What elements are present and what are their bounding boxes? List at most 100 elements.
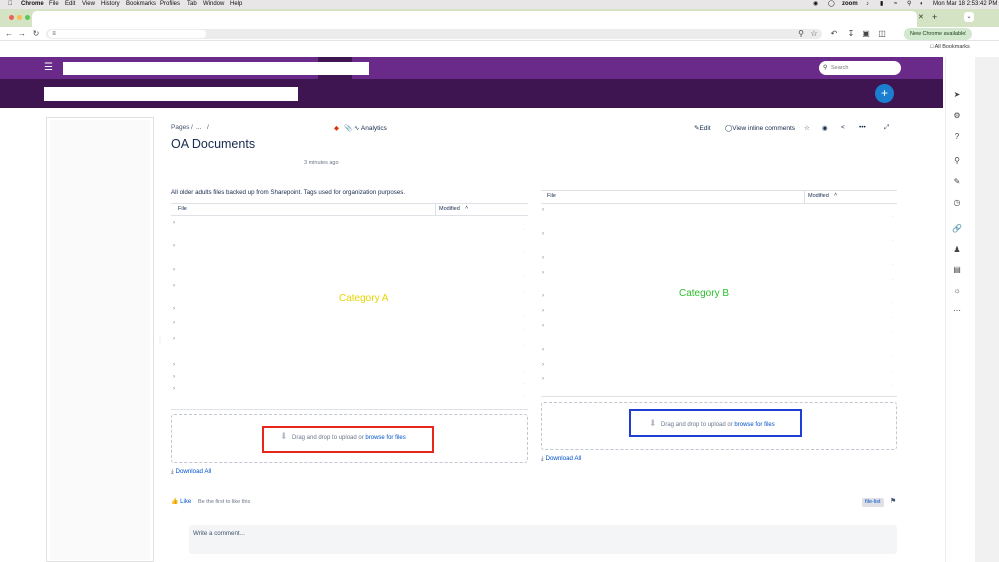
- menu-bookmarks[interactable]: Bookmarks: [126, 0, 156, 9]
- star-icon[interactable]: ☆: [804, 124, 810, 132]
- row-expand-chevron[interactable]: ›: [542, 323, 544, 329]
- new-tab-icon[interactable]: +: [932, 12, 937, 22]
- history-icon[interactable]: ↶: [829, 28, 839, 40]
- search-input[interactable]: ⚲ Search: [819, 61, 901, 75]
- spotlight-icon[interactable]: ⚲: [907, 0, 911, 9]
- tag-icon[interactable]: ⚑: [890, 497, 896, 505]
- create-button[interactable]: +: [875, 84, 894, 103]
- menu-help[interactable]: Help: [230, 0, 242, 9]
- rail-search-icon[interactable]: ⚲: [950, 156, 964, 165]
- siri-icon[interactable]: ◐: [920, 0, 924, 9]
- menu-edit[interactable]: Edit: [65, 0, 75, 9]
- menu-window[interactable]: Window: [203, 0, 224, 9]
- link-icon[interactable]: 🔗: [950, 224, 964, 233]
- forward-icon[interactable]: →: [17, 28, 27, 40]
- menu-profiles[interactable]: Profiles: [160, 0, 180, 9]
- column-file-a[interactable]: File: [178, 206, 187, 212]
- people-icon[interactable]: ♟: [950, 245, 964, 254]
- more-apps-icon[interactable]: ⋯: [950, 306, 964, 315]
- column-modified-b[interactable]: Modified: [808, 193, 829, 199]
- row-expand-chevron[interactable]: ›: [173, 320, 175, 326]
- close-window-button[interactable]: [9, 15, 14, 20]
- all-bookmarks-button[interactable]: □ All Bookmarks: [930, 44, 970, 50]
- view-inline-comments-button[interactable]: ◯View inline comments: [725, 124, 795, 132]
- downloads-icon[interactable]: ↧: [846, 28, 856, 40]
- wifi-icon[interactable]: ≈: [894, 0, 897, 9]
- close-tab-icon[interactable]: ✕: [918, 13, 924, 21]
- reload-icon[interactable]: ↻: [31, 28, 41, 40]
- menu-app-name[interactable]: Chrome: [21, 0, 44, 9]
- bookmarks-bar: [0, 42, 999, 54]
- row-expand-chevron[interactable]: ›: [542, 347, 544, 353]
- more-actions-button[interactable]: •••: [859, 124, 866, 131]
- row-expand-chevron[interactable]: ›: [542, 270, 544, 276]
- analytics-button[interactable]: ∿ Analytics: [354, 124, 387, 132]
- restrictions-icon[interactable]: ◆: [334, 124, 339, 132]
- row-expand-chevron[interactable]: ›: [542, 308, 544, 314]
- comment-input[interactable]: Write a comment...: [189, 525, 897, 554]
- row-trailing-marker: ..: [523, 249, 526, 254]
- menubar-clock[interactable]: Mon Mar 18 2:53:42 PM: [933, 0, 997, 9]
- edit-note-icon[interactable]: ✎: [950, 177, 964, 186]
- column-modified-a[interactable]: Modified: [439, 206, 460, 212]
- breadcrumb-pages[interactable]: Pages: [171, 124, 189, 131]
- row-expand-chevron[interactable]: ›: [542, 207, 544, 213]
- row-expand-chevron[interactable]: ›: [542, 362, 544, 368]
- menu-history[interactable]: History: [101, 0, 120, 9]
- back-icon[interactable]: ←: [4, 28, 14, 40]
- tab-search-icon[interactable]: ⌄: [964, 12, 974, 22]
- settings-icon[interactable]: ⚙: [950, 111, 964, 120]
- rocket-icon[interactable]: ➤: [950, 90, 964, 99]
- download-all-b[interactable]: ⤓ Download All: [541, 455, 581, 463]
- attachment-icon[interactable]: 📎: [344, 124, 352, 132]
- battery-icon[interactable]: ▮: [880, 0, 883, 9]
- accessibility-icon[interactable]: ◯: [828, 0, 835, 9]
- side-panel-icon[interactable]: ◫: [877, 28, 887, 40]
- apple-icon[interactable]: : [8, 0, 13, 9]
- zoom-menubar-label[interactable]: zoom: [842, 0, 858, 9]
- menu-tab[interactable]: Tab: [187, 0, 197, 9]
- copilot-icon[interactable]: ☼: [950, 286, 964, 295]
- sort-indicator-b[interactable]: ˄: [834, 192, 837, 198]
- active-tab[interactable]: [32, 11, 917, 27]
- row-expand-chevron[interactable]: ›: [173, 220, 175, 226]
- row-expand-chevron[interactable]: ›: [173, 362, 175, 368]
- row-expand-chevron[interactable]: ›: [173, 306, 175, 312]
- download-all-a[interactable]: ⤓ Download All: [171, 468, 211, 476]
- calendar-icon[interactable]: ▤: [950, 265, 964, 274]
- row-expand-chevron[interactable]: ›: [173, 267, 175, 273]
- extensions-icon[interactable]: ▣: [861, 28, 871, 40]
- control-center-icon[interactable]: ◉: [813, 0, 818, 9]
- row-expand-chevron[interactable]: ›: [542, 293, 544, 299]
- help-icon[interactable]: ?: [950, 132, 964, 141]
- row-expand-chevron[interactable]: ›: [173, 386, 175, 392]
- menu-file[interactable]: File: [49, 0, 59, 9]
- breadcrumb-ellipsis[interactable]: ...: [196, 124, 201, 131]
- label-tag[interactable]: file-list: [862, 498, 884, 507]
- menu-view[interactable]: View: [82, 0, 95, 9]
- edit-button[interactable]: ✎Edit: [694, 124, 711, 132]
- minimize-window-button[interactable]: [17, 15, 22, 20]
- site-info-icon[interactable]: ≡: [49, 28, 59, 40]
- row-expand-chevron[interactable]: ›: [173, 243, 175, 249]
- expand-icon[interactable]: ⤢: [884, 124, 889, 132]
- like-button[interactable]: 👍 Like: [171, 498, 191, 505]
- row-expand-chevron[interactable]: ›: [542, 231, 544, 237]
- recent-icon[interactable]: ◷: [950, 198, 964, 207]
- sidebar-resize-handle[interactable]: ⋮: [157, 337, 163, 344]
- row-expand-chevron[interactable]: ›: [542, 255, 544, 261]
- zoom-lens-icon[interactable]: ⚲: [796, 28, 806, 40]
- sort-indicator-a[interactable]: ˄: [465, 205, 468, 211]
- maximize-window-button[interactable]: [25, 15, 30, 20]
- new-chrome-available-button[interactable]: New Chrome available ⋮: [904, 28, 972, 40]
- row-expand-chevron[interactable]: ›: [173, 283, 175, 289]
- row-expand-chevron[interactable]: ›: [173, 374, 175, 380]
- menu-hamburger-icon[interactable]: ☰: [44, 62, 53, 73]
- row-expand-chevron[interactable]: ›: [173, 336, 175, 342]
- watch-eye-icon[interactable]: ◉: [822, 124, 828, 132]
- column-file-b[interactable]: File: [547, 193, 556, 199]
- share-icon[interactable]: <: [841, 124, 845, 131]
- bookmark-star-icon[interactable]: ☆: [809, 28, 819, 40]
- row-expand-chevron[interactable]: ›: [542, 376, 544, 382]
- music-icon[interactable]: ♪: [866, 0, 869, 9]
